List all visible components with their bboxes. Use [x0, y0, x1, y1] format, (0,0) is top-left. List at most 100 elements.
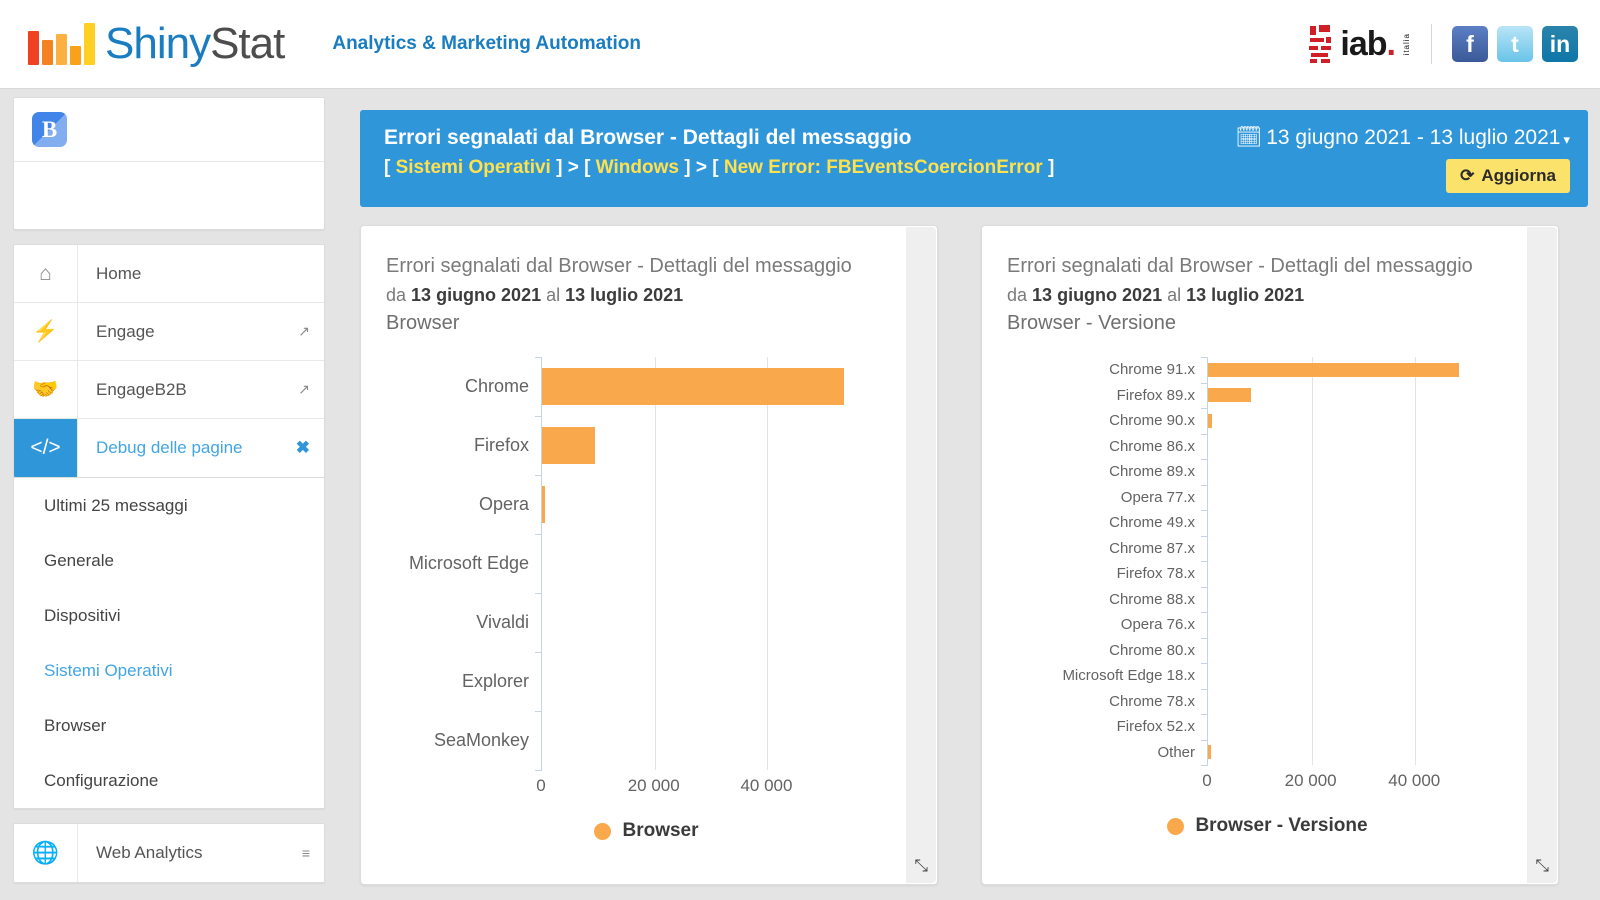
bar-row[interactable] — [1201, 612, 1528, 638]
brand-stat: Stat — [210, 19, 285, 68]
bracket-open: [ — [584, 157, 591, 179]
external-link-icon[interactable]: ↗ — [298, 323, 310, 340]
expand-icon[interactable]: ⤡ — [914, 856, 928, 876]
iab-italia-logo[interactable]: iab. italia — [1308, 24, 1411, 64]
sidebar-item-debug-delle-pagine[interactable]: </> Debug delle pagine ✖ — [14, 419, 324, 477]
breadcrumb-item-new-error[interactable]: New Error: FBEventsCoercionError — [724, 157, 1043, 178]
breadcrumb-separator: > — [695, 157, 707, 179]
bar-row[interactable] — [535, 593, 907, 652]
sidebar-item-dispositivi[interactable]: Dispositivi — [14, 588, 324, 643]
sidebar-item-web-analytics[interactable]: 🌐 Web Analytics ≡ — [14, 824, 324, 882]
y-axis-tick-label: Chrome 89.x — [1109, 463, 1195, 481]
refresh-button-label: Aggiorna — [1481, 166, 1556, 185]
legend-label[interactable]: Browser - Versione — [1195, 815, 1367, 837]
bar-row[interactable] — [535, 711, 907, 770]
twitter-icon[interactable]: t — [1497, 26, 1533, 62]
bar-row[interactable] — [1201, 714, 1528, 740]
external-link-icon[interactable]: ↗ — [298, 381, 310, 398]
label-text: Debug delle pagine — [96, 438, 243, 457]
panels-container: Errori segnalati dal Browser - Dettagli … — [360, 225, 1588, 885]
brand-shiny: Shiny — [105, 19, 211, 68]
sidebar-item-engageb2b[interactable]: 🤝 EngageB2B ↗ — [14, 361, 324, 419]
y-axis-tick-label: Firefox 52.x — [1116, 718, 1195, 736]
chart-legend: Browser — [386, 820, 907, 842]
bar-row[interactable] — [535, 416, 907, 475]
facebook-icon[interactable]: f — [1452, 26, 1488, 62]
brand-logo[interactable]: ShinyStat — [28, 19, 285, 69]
sub-mid: al — [546, 285, 561, 305]
panel-browser-body: Errori segnalati dal Browser - Dettagli … — [361, 226, 937, 842]
bar-row[interactable] — [1201, 586, 1528, 613]
bar-row[interactable] — [1201, 688, 1528, 715]
axis-tick — [1201, 561, 1208, 562]
bar-row[interactable] — [1201, 408, 1528, 434]
page-header: Errori segnalati dal Browser - Dettagli … — [360, 110, 1588, 207]
panel-scrollbar[interactable] — [906, 227, 936, 883]
iab-italia-text: italia — [1402, 32, 1411, 56]
panel-scrollbar[interactable] — [1527, 227, 1557, 883]
axis-tick — [535, 475, 542, 476]
sidebar-item-ultimi-25-messaggi[interactable]: Ultimi 25 messaggi — [14, 478, 324, 533]
close-icon[interactable]: ✖ — [296, 438, 310, 458]
panel-browser: Errori segnalati dal Browser - Dettagli … — [360, 225, 938, 885]
axis-tick — [1201, 433, 1208, 435]
bar-row[interactable] — [1201, 561, 1528, 587]
bar-row[interactable] — [535, 475, 907, 534]
bar-row[interactable] — [1201, 535, 1528, 562]
date-range-picker[interactable]: 🗓 13 giugno 2021 - 13 luglio 2021 ▾ — [1236, 126, 1570, 150]
bar-row[interactable] — [1201, 433, 1528, 460]
bar[interactable] — [1208, 388, 1251, 403]
axis-tick — [1201, 357, 1208, 358]
bar-row[interactable] — [1201, 637, 1528, 664]
bar-row[interactable] — [1201, 459, 1528, 485]
sidebar: B ⌂ Home ⚡ Engage ↗ 🤝 EngageB2B ↗ </> De… — [13, 97, 325, 883]
bar-row[interactable] — [535, 357, 907, 416]
x-axis: 0 20 000 40 000 — [1202, 765, 1492, 795]
bar-row[interactable] — [1201, 484, 1528, 511]
sub-prefix: da — [1007, 285, 1028, 305]
bar-row[interactable] — [535, 534, 907, 593]
sidebar-item-generale[interactable]: Generale — [14, 533, 324, 588]
account-badge-icon: B — [32, 112, 67, 147]
refresh-button[interactable]: ⟳ Aggiorna — [1446, 159, 1570, 193]
bar[interactable] — [1208, 413, 1212, 428]
sidebar-item-browser[interactable]: Browser — [14, 698, 324, 753]
bracket-open: [ — [712, 157, 719, 179]
sidebar-item-engage[interactable]: ⚡ Engage ↗ — [14, 303, 324, 361]
sidebar-subnav: Ultimi 25 messaggi Generale Dispositivi … — [13, 478, 325, 809]
breadcrumb-item-sistemi-operativi[interactable]: Sistemi Operativi — [396, 157, 551, 178]
bar-row[interactable] — [1201, 663, 1528, 689]
hamburger-menu-icon[interactable]: ≡ — [302, 845, 310, 861]
sidebar-item-home-label: Home — [78, 245, 324, 302]
date-range-text: 13 giugno 2021 - 13 luglio 2021 — [1266, 126, 1561, 149]
panel-title: Errori segnalati dal Browser - Dettagli … — [386, 255, 852, 277]
bar[interactable] — [1208, 362, 1460, 377]
axis-tick — [1201, 510, 1208, 511]
y-axis-tick-label: Vivaldi — [476, 612, 529, 632]
y-axis-tick-label: Chrome 49.x — [1109, 514, 1195, 532]
bar[interactable] — [1208, 745, 1212, 760]
iab-dot: . — [1386, 24, 1397, 63]
bar-row[interactable] — [535, 652, 907, 711]
bar-row[interactable] — [1201, 357, 1528, 383]
bar-row[interactable] — [1201, 739, 1528, 766]
legend-swatch — [1167, 817, 1185, 835]
chart-legend: Browser - Versione — [1007, 815, 1528, 837]
bracket-close: ] — [684, 157, 691, 179]
legend-label[interactable]: Browser — [622, 820, 698, 842]
account-header[interactable]: B — [14, 98, 324, 162]
bar[interactable] — [542, 368, 844, 405]
bar[interactable] — [542, 486, 545, 523]
breadcrumb-item-windows[interactable]: Windows — [596, 157, 679, 178]
linkedin-icon[interactable]: in — [1542, 26, 1578, 62]
bar-row[interactable] — [1201, 510, 1528, 536]
sidebar-item-configurazione[interactable]: Configurazione — [14, 753, 324, 808]
sidebar-item-home[interactable]: ⌂ Home — [14, 245, 324, 303]
bar[interactable] — [542, 427, 595, 464]
expand-icon[interactable]: ⤡ — [1535, 856, 1549, 876]
sub-from: 13 giugno 2021 — [411, 285, 542, 305]
top-bar: ShinyStat Analytics & Marketing Automati… — [0, 0, 1600, 89]
y-axis-tick-label: SeaMonkey — [433, 730, 529, 750]
sidebar-item-sistemi-operativi[interactable]: Sistemi Operativi — [14, 643, 324, 698]
bar-row[interactable] — [1201, 382, 1528, 409]
